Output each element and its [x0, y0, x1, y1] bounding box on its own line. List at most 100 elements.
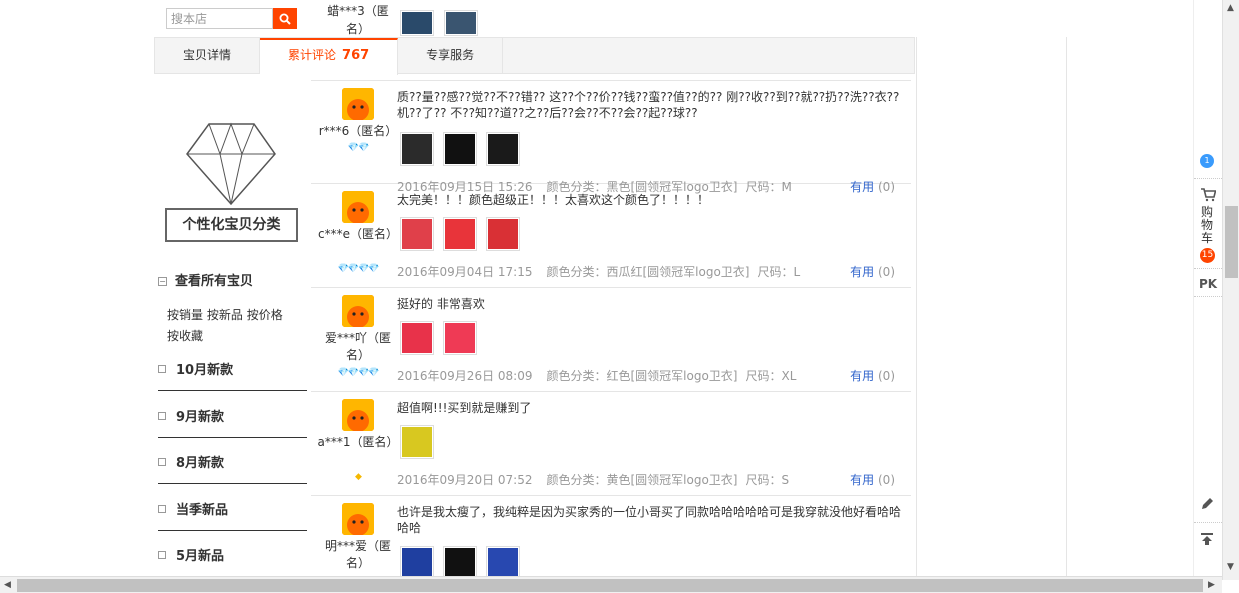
review-photo[interactable]	[486, 217, 520, 251]
tab-services[interactable]: 专享服务	[398, 38, 504, 74]
message-badge-icon[interactable]: 1	[1200, 154, 1214, 168]
reviewer-rank: ◆	[355, 472, 362, 482]
checkbox-icon	[158, 364, 166, 373]
horizontal-scrollbar[interactable]: ◀ ▶	[0, 576, 1222, 593]
review-photo[interactable]	[400, 10, 434, 36]
review-photo[interactable]	[400, 321, 434, 355]
review-photo[interactable]	[486, 132, 520, 166]
review-sku: 颜色分类：黄色[圆领冠军logo卫衣]	[546, 473, 738, 487]
review-photo[interactable]	[400, 132, 434, 166]
review-text: 也许是我太瘦了，我纯粹是因为买家秀的一位小哥买了同款哈哈哈哈哈可是我穿就没他好看…	[397, 505, 902, 535]
avatar	[342, 88, 374, 120]
view-all-items[interactable]: − 查看所有宝贝	[158, 270, 253, 289]
sort-links: 按销量 按新品 按价格 按收藏	[167, 305, 307, 347]
scroll-right-arrow-icon[interactable]: ▶	[1208, 580, 1215, 590]
tab-reviews[interactable]: 累计评论 767	[260, 38, 399, 75]
review-photo[interactable]	[444, 10, 478, 36]
review-photos	[400, 217, 520, 251]
category-oct-new[interactable]: 10月新款	[158, 345, 307, 391]
review-photo[interactable]	[443, 217, 477, 251]
avatar	[342, 295, 374, 327]
cart-count-badge: 15	[1200, 248, 1215, 263]
right-panel	[916, 37, 1067, 580]
review-meta: 2016年09月26日 08:09 颜色分类：红色[圆领冠军logo卫衣] 尺码：X…	[397, 367, 907, 384]
pk-button[interactable]: PK	[1199, 277, 1217, 291]
category-label: 10月新款	[176, 363, 234, 378]
partial-review-user: 蜡***3（匿名）	[327, 4, 389, 36]
reviewer-name: 爱***吖（匿名）	[324, 331, 391, 362]
vertical-scrollbar[interactable]: ▲ ▼	[1222, 0, 1239, 580]
detail-tabs: 宝贝详情 累计评论 767 专享服务	[154, 37, 915, 75]
horizontal-scroll-thumb[interactable]	[17, 579, 1203, 592]
shop-search-input[interactable]: 搜本店	[166, 8, 273, 29]
scroll-up-arrow-icon[interactable]: ▲	[1227, 3, 1234, 13]
review-text: 质??量??感??觉??不??错?? 这??个??价??钱??蛮??值??的??…	[397, 90, 900, 120]
category-may-new[interactable]: 5月新品	[158, 531, 307, 577]
edit-icon[interactable]	[1200, 497, 1214, 514]
review-photo[interactable]	[443, 546, 477, 580]
review-photos	[400, 546, 520, 580]
avatar	[342, 503, 374, 535]
review-text: 超值啊!!!买到就是赚到了	[397, 401, 532, 415]
review-photo[interactable]	[400, 217, 434, 251]
review-text: 太完美！！！颜色超级正！！！太喜欢这个颜色了！！！！	[397, 193, 710, 207]
review-item: c***e（匿名） 💎💎💎💎 太完美！！！颜色超级正！！！太喜欢这个颜色了！！！…	[311, 184, 911, 288]
review-photo[interactable]	[443, 321, 477, 355]
useful-link[interactable]: 有用	[850, 369, 874, 383]
review-photos	[400, 321, 477, 355]
useful-vote[interactable]: 有用 (0)	[850, 471, 895, 488]
sort-by-price[interactable]: 按价格	[247, 308, 283, 322]
scroll-left-arrow-icon[interactable]: ◀	[4, 580, 11, 590]
reviewer-name: 明***爱（匿名）	[324, 539, 391, 570]
review-photos	[400, 425, 434, 459]
category-label: 5月新品	[176, 549, 225, 564]
collapse-icon: −	[158, 277, 167, 286]
review-meta: 2016年09月04日 17:15 颜色分类：西瓜红[圆领冠军logo卫衣] 尺码：…	[397, 263, 907, 280]
category-label: 8月新款	[176, 456, 225, 471]
review-size: 尺码：L	[757, 265, 801, 279]
review-photos	[400, 132, 520, 166]
right-toolbar: 1 购物车 15 PK	[1193, 0, 1222, 580]
reviewer-name: r***6（匿名）	[318, 124, 398, 138]
review-list: r***6（匿名） 💎💎 质??量??感??觉??不??错?? 这??个??价?…	[311, 80, 911, 593]
useful-link[interactable]: 有用	[850, 473, 874, 487]
partial-review-thumbs	[400, 10, 478, 36]
back-to-top-icon[interactable]	[1200, 532, 1214, 549]
useful-vote[interactable]: 有用 (0)	[850, 263, 895, 280]
reviewer-rank: 💎💎💎💎	[337, 368, 380, 378]
useful-vote[interactable]: 有用 (0)	[850, 367, 895, 384]
useful-count: (0)	[878, 265, 895, 279]
category-season-new[interactable]: 当季新品	[158, 485, 307, 531]
vertical-scroll-thumb[interactable]	[1225, 206, 1238, 278]
category-aug-new[interactable]: 8月新款	[158, 438, 307, 484]
review-photo[interactable]	[443, 132, 477, 166]
review-sku: 颜色分类：红色[圆领冠军logo卫衣]	[546, 369, 738, 383]
reviewer-rank: 💎💎	[347, 143, 369, 153]
cart-icon[interactable]	[1200, 188, 1217, 205]
tab-item-details[interactable]: 宝贝详情	[155, 38, 261, 74]
cart-label[interactable]: 购物车	[1201, 206, 1215, 245]
review-sku: 颜色分类：西瓜红[圆领冠军logo卫衣]	[546, 265, 750, 279]
review-size: 尺码：XL	[745, 369, 797, 383]
review-meta: 2016年09月20日 07:52 颜色分类：黄色[圆领冠军logo卫衣] 尺码：S…	[397, 471, 907, 488]
review-item: a***1（匿名） ◆ 超值啊!!!买到就是赚到了 2016年09月20日 07…	[311, 392, 911, 496]
avatar	[342, 191, 374, 223]
reviewer-name: a***1（匿名）	[317, 435, 399, 449]
category-label: 当季新品	[176, 503, 229, 518]
useful-link[interactable]: 有用	[850, 265, 874, 279]
review-photo[interactable]	[400, 546, 434, 580]
search-icon	[279, 13, 291, 25]
sort-by-sales[interactable]: 按销量	[167, 308, 203, 322]
category-sep-new[interactable]: 9月新款	[158, 392, 307, 438]
review-text: 挺好的 非常喜欢	[397, 297, 485, 311]
review-photo[interactable]	[400, 425, 434, 459]
sort-by-favorites[interactable]: 按收藏	[167, 329, 203, 343]
review-date: 2016年09月26日 08:09	[397, 369, 533, 383]
scroll-down-arrow-icon[interactable]: ▼	[1227, 562, 1234, 572]
sort-by-new[interactable]: 按新品	[207, 308, 243, 322]
review-photo[interactable]	[486, 546, 520, 580]
view-all-label: 查看所有宝贝	[175, 274, 254, 289]
checkbox-icon	[158, 550, 166, 559]
reviewer-name: c***e（匿名）	[318, 227, 398, 241]
search-button[interactable]	[273, 8, 297, 29]
